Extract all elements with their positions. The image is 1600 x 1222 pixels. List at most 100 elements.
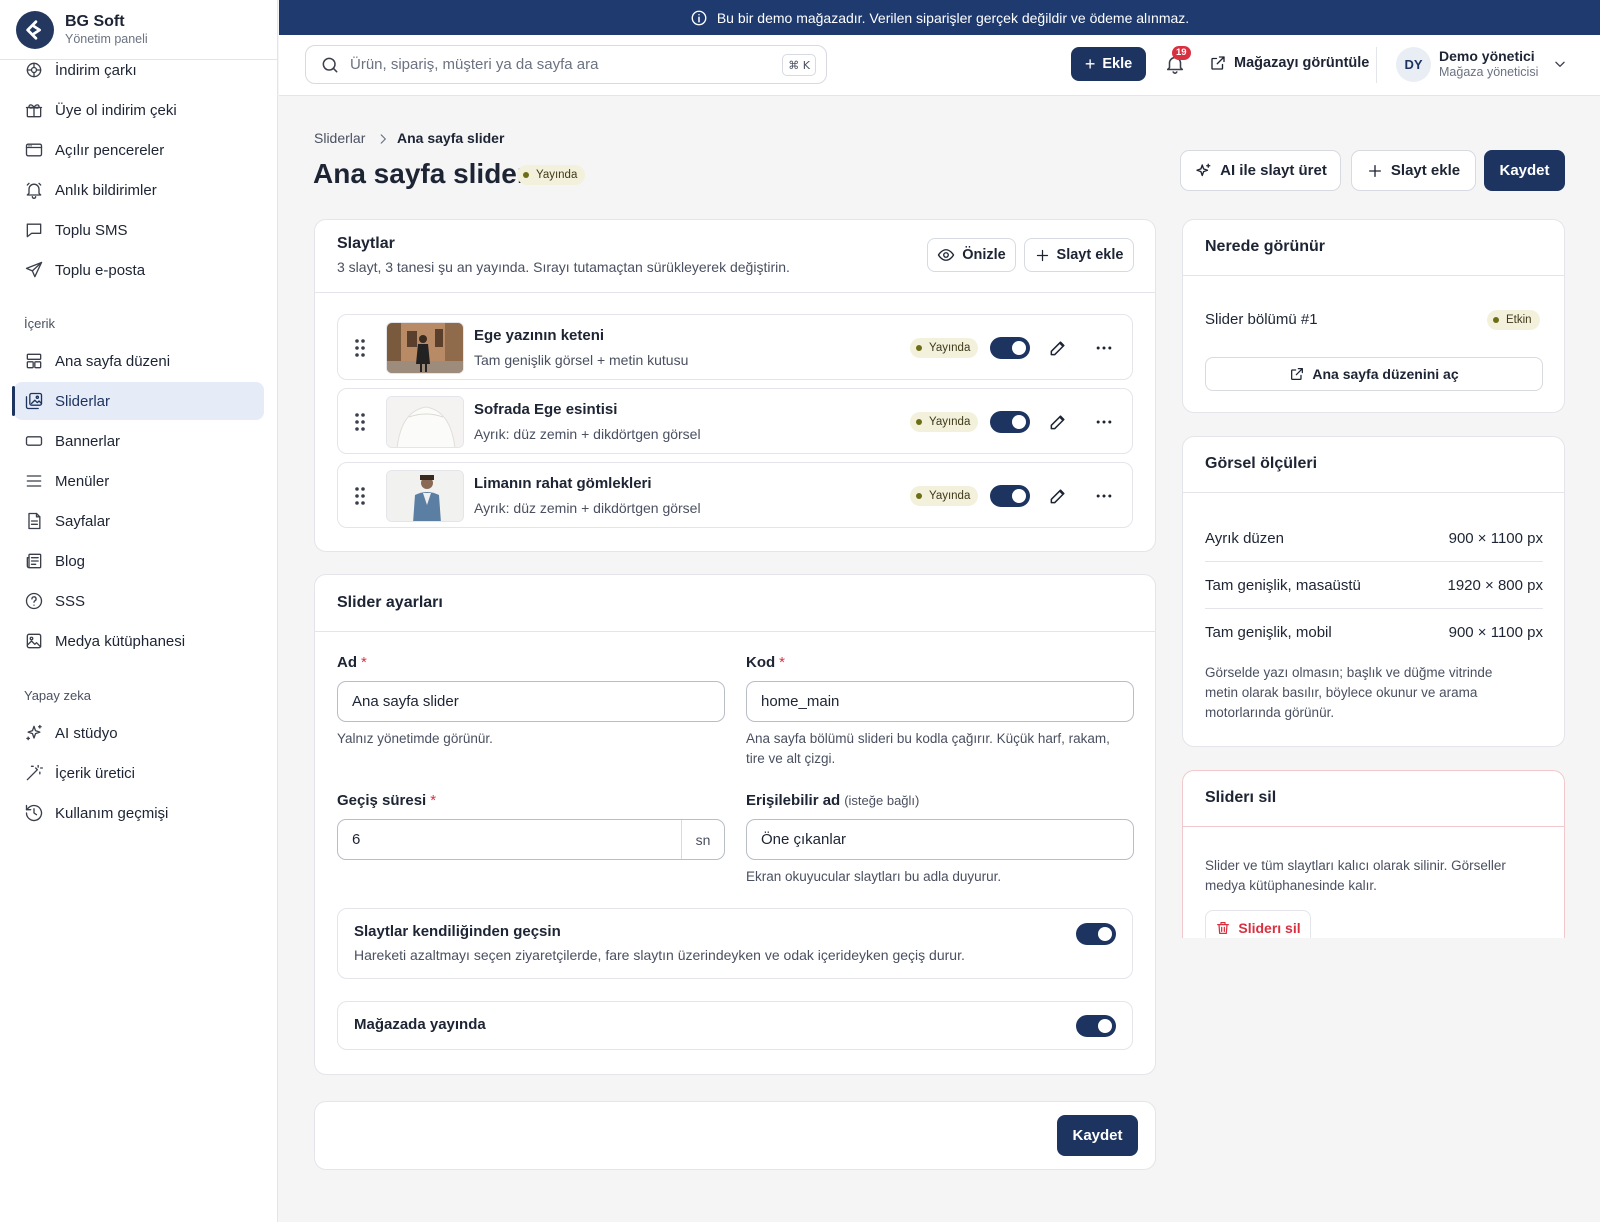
sidebar-item-sliders[interactable]: Sliderlar xyxy=(12,382,264,420)
section-ai-heading: Yapay zeka xyxy=(24,688,91,703)
status-badge: Yayında xyxy=(517,165,586,185)
slide-thumbnail xyxy=(386,322,464,374)
breadcrumb-parent-link[interactable]: Sliderlar xyxy=(314,130,365,146)
divider xyxy=(1205,561,1543,562)
pencil-icon[interactable] xyxy=(1048,412,1068,432)
open-homepage-layout-button[interactable]: Ana sayfa düzenini aç xyxy=(1205,357,1543,391)
slide-thumbnail xyxy=(386,396,464,448)
sidebar-item-ai-studio[interactable]: AI stüdyo xyxy=(14,714,264,752)
sidebar-item-signup-coupon[interactable]: Üye ol indirim çeki xyxy=(14,91,264,129)
dimension-row: Tam genişlik, mobil 900 × 1100 px xyxy=(1205,624,1543,641)
preview-button[interactable]: Önizle xyxy=(927,238,1016,272)
code-field[interactable]: home_main xyxy=(746,681,1134,722)
delete-slider-button[interactable]: Sliderı sil xyxy=(1205,910,1311,938)
avatar[interactable]: DY xyxy=(1396,47,1431,82)
slide-status-badge: Yayında xyxy=(910,486,979,506)
slide-row[interactable]: Sofrada Ege esintisi Ayrık: düz zemin + … xyxy=(337,388,1133,454)
search-placeholder: Ürün, sipariş, müşteri ya da sayfa ara xyxy=(350,56,599,73)
brand-logo-icon xyxy=(16,11,54,49)
sidebar-item-push-notifications[interactable]: Anlık bildirimler xyxy=(14,171,264,209)
sidebar-item-content-generator[interactable]: İçerik üretici xyxy=(14,754,264,792)
sidebar-item-label: İndirim çarkı xyxy=(55,61,137,79)
chevron-down-icon[interactable] xyxy=(1553,57,1567,71)
user-name[interactable]: Demo yönetici xyxy=(1439,48,1535,64)
drag-handle-icon[interactable] xyxy=(354,338,366,358)
drag-handle-icon[interactable] xyxy=(354,412,366,432)
user-role: Mağaza yöneticisi xyxy=(1439,65,1539,79)
save-button[interactable]: Kaydet xyxy=(1484,150,1565,191)
slide-enabled-toggle[interactable] xyxy=(990,485,1030,507)
name-hint: Yalnız yönetimde görünür. xyxy=(337,731,493,746)
notifications-button[interactable]: 19 xyxy=(1160,46,1191,79)
more-options-icon[interactable] xyxy=(1094,412,1114,432)
add-slide-button[interactable]: Slayt ekle xyxy=(1351,150,1476,191)
trash-icon xyxy=(1217,922,1230,934)
sidebar-item-faq[interactable]: SSS xyxy=(14,582,264,620)
sidebar-item-blog[interactable]: Blog xyxy=(14,542,264,580)
search-input[interactable]: Ürün, sipariş, müşteri ya da sayfa ara ⌘… xyxy=(305,45,827,84)
image-icon xyxy=(26,633,42,649)
add-button[interactable]: + Ekle xyxy=(1071,47,1146,81)
delete-card-title: Sliderı sil xyxy=(1205,789,1277,806)
sidebar-item-media-library[interactable]: Medya kütüphanesi xyxy=(14,622,264,660)
code-label: Kod * xyxy=(746,654,786,671)
slide-layout: Tam genişlik görsel + metin kutusu xyxy=(474,352,689,368)
gift-icon xyxy=(25,104,43,118)
dimension-label: Ayrık düzen xyxy=(1205,530,1284,547)
divider xyxy=(1183,492,1564,493)
accessible-name-field[interactable]: Öne çıkanlar xyxy=(746,819,1134,860)
accessible-name-label: Erişilebilir ad (isteğe bağlı) xyxy=(746,792,920,809)
sidebar-item-label: Menüler xyxy=(55,472,110,490)
autoplay-title: Slaytlar kendiliğinden geçsin xyxy=(354,923,561,940)
sidebar-item-label: Kullanım geçmişi xyxy=(55,804,169,822)
autoplay-description: Hareketi azaltmayı seçen ziyaretçilerde,… xyxy=(354,947,965,963)
slide-enabled-toggle[interactable] xyxy=(990,411,1030,433)
topbar: Ürün, sipariş, müşteri ya da sayfa ara ⌘… xyxy=(279,35,1600,96)
demo-banner-text: Bu bir demo mağazadır. Verilen siparişle… xyxy=(716,9,1190,26)
history-icon xyxy=(25,804,43,822)
name-field[interactable]: Ana sayfa slider xyxy=(337,681,725,722)
more-options-icon[interactable] xyxy=(1094,486,1114,506)
sidebar-item-pages[interactable]: Sayfalar xyxy=(14,502,264,540)
sidebar-item-menus[interactable]: Menüler xyxy=(14,462,264,500)
sidebar-item-bulk-sms[interactable]: Toplu SMS xyxy=(14,211,264,249)
sidebar-item-label: AI stüdyo xyxy=(55,724,118,742)
sidebar-item-label: Toplu e-posta xyxy=(55,261,146,279)
slide-row[interactable]: Ege yazının keteni Tam genişlik görsel +… xyxy=(337,314,1133,380)
view-store-link[interactable]: Mağazayı görüntüle xyxy=(1209,54,1369,72)
name-label: Ad * xyxy=(337,654,367,671)
slider-settings-card: Slider ayarları Ad * Ana sayfa slider Yal… xyxy=(314,574,1156,1075)
divider xyxy=(1183,826,1564,827)
published-toggle[interactable] xyxy=(1076,1015,1116,1037)
brand-subtitle: Yönetim paneli xyxy=(65,32,148,46)
where-visible-card: Nerede görünür Slider bölümü #1 Etkin An… xyxy=(1182,219,1565,413)
view-store-label: Mağazayı görüntüle xyxy=(1234,55,1370,71)
slide-title: Ege yazının keteni xyxy=(474,327,605,344)
published-title: Mağazada yayında xyxy=(354,1016,486,1033)
slide-layout: Ayrık: düz zemin + dikdörtgen görsel xyxy=(474,426,701,442)
section-content-heading: İçerik xyxy=(24,316,56,331)
slide-enabled-toggle[interactable] xyxy=(990,337,1030,359)
preview-button-label: Önizle xyxy=(962,247,1006,263)
sidebar-item-discount-wheel[interactable]: İndirim çarkı xyxy=(14,51,264,89)
search-icon xyxy=(322,57,338,72)
sidebar-item-homepage-layout[interactable]: Ana sayfa düzeni xyxy=(14,342,264,380)
sidebar-item-bulk-email[interactable]: Toplu e-posta xyxy=(14,251,264,289)
autoplay-toggle[interactable] xyxy=(1076,923,1116,945)
pencil-icon[interactable] xyxy=(1048,486,1068,506)
card-add-slide-button[interactable]: Slayt ekle xyxy=(1024,238,1134,272)
sidebar-item-label: Blog xyxy=(55,552,86,570)
sidebar-item-usage-history[interactable]: Kullanım geçmişi xyxy=(14,794,264,832)
more-options-icon[interactable] xyxy=(1094,338,1114,358)
bell-icon xyxy=(26,182,42,199)
drag-handle-icon[interactable] xyxy=(354,486,366,506)
slide-row[interactable]: Limanın rahat gömlekleri Ayrık: düz zemi… xyxy=(337,462,1133,528)
sidebar-item-banners[interactable]: Bannerlar xyxy=(14,422,264,460)
plus-icon: + xyxy=(1084,53,1096,74)
ai-generate-slide-button[interactable]: AI ile slayt üret xyxy=(1180,150,1341,191)
sidebar-item-popups[interactable]: Açılır pencereler xyxy=(14,131,264,169)
footer-save-button[interactable]: Kaydet xyxy=(1057,1115,1138,1156)
duration-field[interactable]: 6 sn xyxy=(337,819,725,860)
add-button-label: Ekle xyxy=(1102,56,1133,72)
pencil-icon[interactable] xyxy=(1048,338,1068,358)
